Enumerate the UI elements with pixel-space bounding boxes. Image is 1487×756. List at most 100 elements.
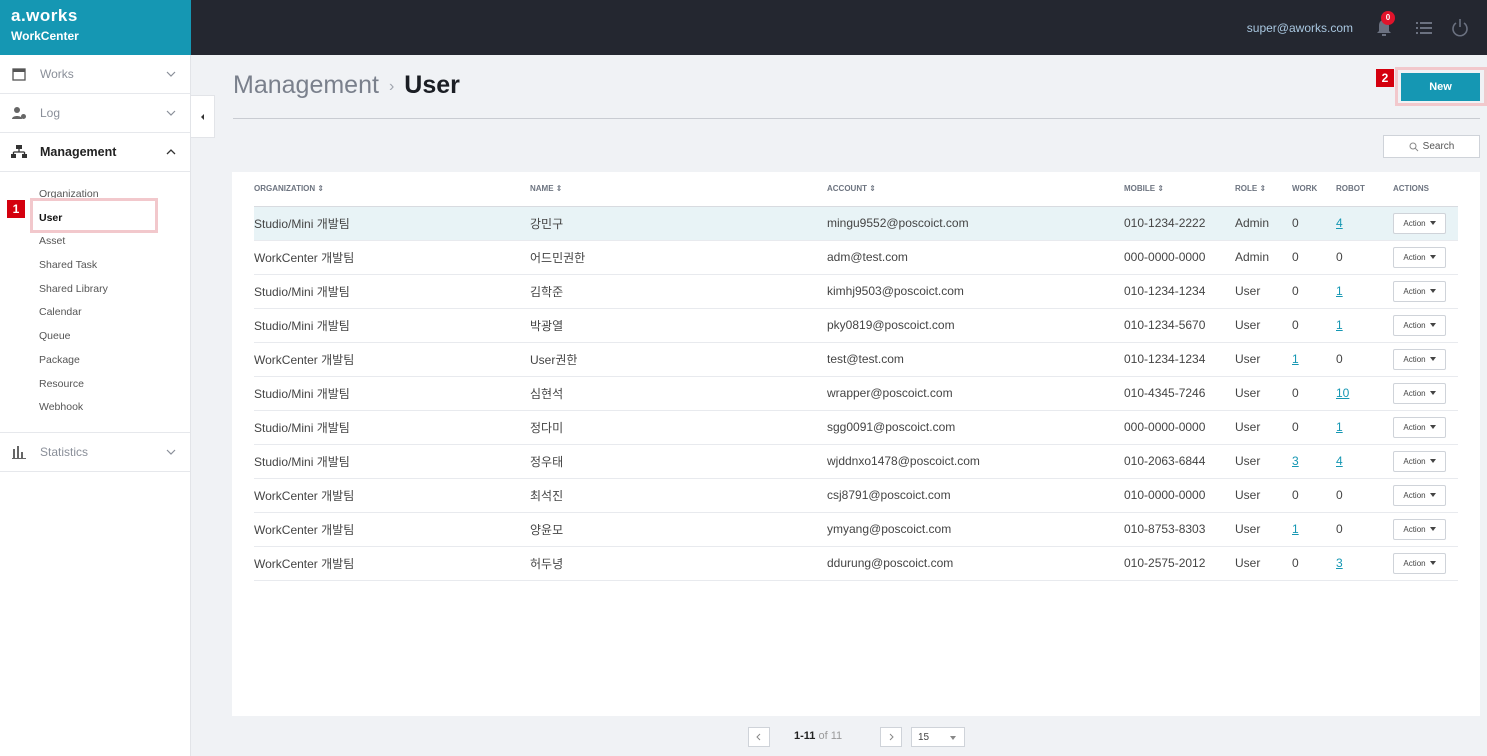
robot-count-link[interactable]: 3 bbox=[1336, 556, 1343, 570]
sidebar-collapse-toggle[interactable] bbox=[191, 95, 215, 138]
search-button[interactable]: Search bbox=[1383, 135, 1480, 158]
table-row[interactable]: Studio/Mini 개발팀 강민구 mingu9552@poscoict.com… bbox=[254, 206, 1458, 241]
user-table: ORGANIZATION ⇕ NAME ⇕ ACCOUNT ⇕ MOBILE ⇕… bbox=[254, 172, 1458, 581]
next-page-button[interactable] bbox=[880, 727, 902, 747]
robot-count-link[interactable]: 1 bbox=[1336, 420, 1343, 434]
caret-down-icon bbox=[1429, 255, 1436, 259]
cell-mobile: 000-0000-0000 bbox=[1124, 410, 1235, 445]
cell-work: 0 bbox=[1292, 546, 1336, 581]
col-account[interactable]: ACCOUNT ⇕ bbox=[827, 172, 1124, 207]
sidebar: Works Log Management Organization User A… bbox=[0, 55, 191, 756]
work-count-link[interactable]: 3 bbox=[1292, 454, 1299, 468]
list-icon[interactable] bbox=[1413, 17, 1435, 39]
action-dropdown-button[interactable]: Action bbox=[1393, 382, 1446, 404]
cell-account: test@test.com bbox=[827, 342, 1124, 377]
cell-robot: 10 bbox=[1336, 376, 1393, 411]
table-row[interactable]: Studio/Mini 개발팀 박광열 pky0819@poscoict.com 01… bbox=[254, 308, 1458, 343]
caret-down-icon bbox=[1429, 493, 1436, 497]
top-right-menu: super@aworks.com 0 bbox=[1247, 0, 1487, 55]
col-name[interactable]: NAME ⇕ bbox=[530, 172, 827, 207]
action-label: Action bbox=[1403, 524, 1426, 534]
sidebar-item-label: Works bbox=[40, 67, 74, 81]
table-row[interactable]: Studio/Mini 개발팀 정다미 sgg0091@poscoict.com 00… bbox=[254, 410, 1458, 445]
cell-robot: 3 bbox=[1336, 546, 1393, 581]
robot-count-link[interactable]: 4 bbox=[1336, 216, 1343, 230]
action-dropdown-button[interactable]: Action bbox=[1393, 416, 1446, 438]
cell-work: 3 bbox=[1292, 444, 1336, 479]
sub-item-package[interactable]: Package bbox=[0, 349, 190, 373]
table-row[interactable]: WorkCenter 개발팀 최석진 csj8791@poscoict.com 010… bbox=[254, 478, 1458, 513]
action-label: Action bbox=[1403, 354, 1426, 364]
table-row[interactable]: Studio/Mini 개발팀 정우태 wjddnxo1478@poscoict.c… bbox=[254, 444, 1458, 479]
col-actions: ACTIONS bbox=[1393, 172, 1458, 207]
notification-bell[interactable]: 0 bbox=[1373, 10, 1395, 39]
sub-item-webhook[interactable]: Webhook bbox=[0, 396, 190, 420]
action-label: Action bbox=[1403, 388, 1426, 398]
pagination: 1-11 of 11 15 bbox=[0, 727, 1487, 747]
caret-down-icon bbox=[1429, 289, 1436, 293]
page-range-value: 1-11 bbox=[794, 730, 816, 742]
cell-role: User bbox=[1235, 274, 1292, 309]
action-dropdown-button[interactable]: Action bbox=[1393, 450, 1446, 472]
action-dropdown-button[interactable]: Action bbox=[1393, 212, 1446, 234]
action-dropdown-button[interactable]: Action bbox=[1393, 484, 1446, 506]
cell-work: 0 bbox=[1292, 240, 1336, 275]
sub-item-asset[interactable]: Asset bbox=[0, 230, 190, 254]
action-dropdown-button[interactable]: Action bbox=[1393, 348, 1446, 370]
user-email[interactable]: super@aworks.com bbox=[1247, 21, 1353, 35]
table-row[interactable]: WorkCenter 개발팀 User권한 test@test.com 010-123… bbox=[254, 342, 1458, 377]
sub-item-queue[interactable]: Queue bbox=[0, 325, 190, 349]
sidebar-item-management[interactable]: Management bbox=[0, 133, 190, 172]
table-row[interactable]: WorkCenter 개발팀 어드민권한 adm@test.com 000-0000-… bbox=[254, 240, 1458, 275]
annotation-marker-1: 1 bbox=[7, 200, 25, 218]
cell-actions: Action bbox=[1393, 342, 1458, 377]
action-dropdown-button[interactable]: Action bbox=[1393, 280, 1446, 302]
cell-actions: Action bbox=[1393, 308, 1458, 343]
power-icon[interactable] bbox=[1449, 17, 1471, 39]
cell-actions: Action bbox=[1393, 410, 1458, 445]
col-organization[interactable]: ORGANIZATION ⇕ bbox=[254, 172, 530, 207]
action-label: Action bbox=[1403, 490, 1426, 500]
table-row[interactable]: Studio/Mini 개발팀 심현석 wrapper@poscoict.com 01… bbox=[254, 376, 1458, 411]
sidebar-item-statistics[interactable]: Statistics bbox=[0, 433, 190, 472]
table-row[interactable]: Studio/Mini 개발팀 김학준 kimhj9503@poscoict.com… bbox=[254, 274, 1458, 309]
caret-down-icon bbox=[1429, 391, 1436, 395]
sub-item-shared-library[interactable]: Shared Library bbox=[0, 278, 190, 302]
prev-page-button[interactable] bbox=[748, 727, 770, 747]
breadcrumb-parent[interactable]: Management bbox=[233, 71, 379, 99]
robot-count-link[interactable]: 1 bbox=[1336, 284, 1343, 298]
action-dropdown-button[interactable]: Action bbox=[1393, 552, 1446, 574]
caret-down-icon bbox=[1429, 221, 1436, 225]
sub-item-shared-task[interactable]: Shared Task bbox=[0, 254, 190, 278]
work-count-link[interactable]: 1 bbox=[1292, 352, 1299, 366]
col-mobile[interactable]: MOBILE ⇕ bbox=[1124, 172, 1235, 207]
sidebar-item-log[interactable]: Log bbox=[0, 94, 190, 133]
col-role[interactable]: ROLE ⇕ bbox=[1235, 172, 1292, 207]
col-robot: ROBOT bbox=[1336, 172, 1393, 207]
action-dropdown-button[interactable]: Action bbox=[1393, 314, 1446, 336]
cell-account: wrapper@poscoict.com bbox=[827, 376, 1124, 411]
work-count-link[interactable]: 1 bbox=[1292, 522, 1299, 536]
sub-item-resource[interactable]: Resource bbox=[0, 373, 190, 397]
cell-role: Admin bbox=[1235, 206, 1292, 241]
action-dropdown-button[interactable]: Action bbox=[1393, 518, 1446, 540]
cell-account: sgg0091@poscoict.com bbox=[827, 410, 1124, 445]
page-size-select[interactable]: 15 bbox=[911, 727, 965, 747]
cell-organization: Studio/Mini 개발팀 bbox=[254, 376, 530, 411]
table-row[interactable]: WorkCenter 개발팀 양윤모 ymyang@poscoict.com 010-… bbox=[254, 512, 1458, 547]
cell-mobile: 000-0000-0000 bbox=[1124, 240, 1235, 275]
action-dropdown-button[interactable]: Action bbox=[1393, 246, 1446, 268]
robot-count-link[interactable]: 10 bbox=[1336, 386, 1349, 400]
robot-count-link[interactable]: 1 bbox=[1336, 318, 1343, 332]
page-total: of 11 bbox=[818, 730, 843, 742]
robot-count-link[interactable]: 4 bbox=[1336, 454, 1343, 468]
sidebar-item-works[interactable]: Works bbox=[0, 55, 190, 94]
table-row[interactable]: WorkCenter 개발팀 허두녕 ddurung@poscoict.com 010… bbox=[254, 546, 1458, 581]
cell-robot: 0 bbox=[1336, 478, 1393, 513]
cell-mobile: 010-2575-2012 bbox=[1124, 546, 1235, 581]
new-button[interactable]: New bbox=[1401, 73, 1480, 101]
brand-logo[interactable]: a.works WorkCenter bbox=[0, 0, 191, 55]
cell-account: csj8791@poscoict.com bbox=[827, 478, 1124, 513]
sub-item-calendar[interactable]: Calendar bbox=[0, 301, 190, 325]
cell-name: 허두녕 bbox=[530, 546, 827, 581]
